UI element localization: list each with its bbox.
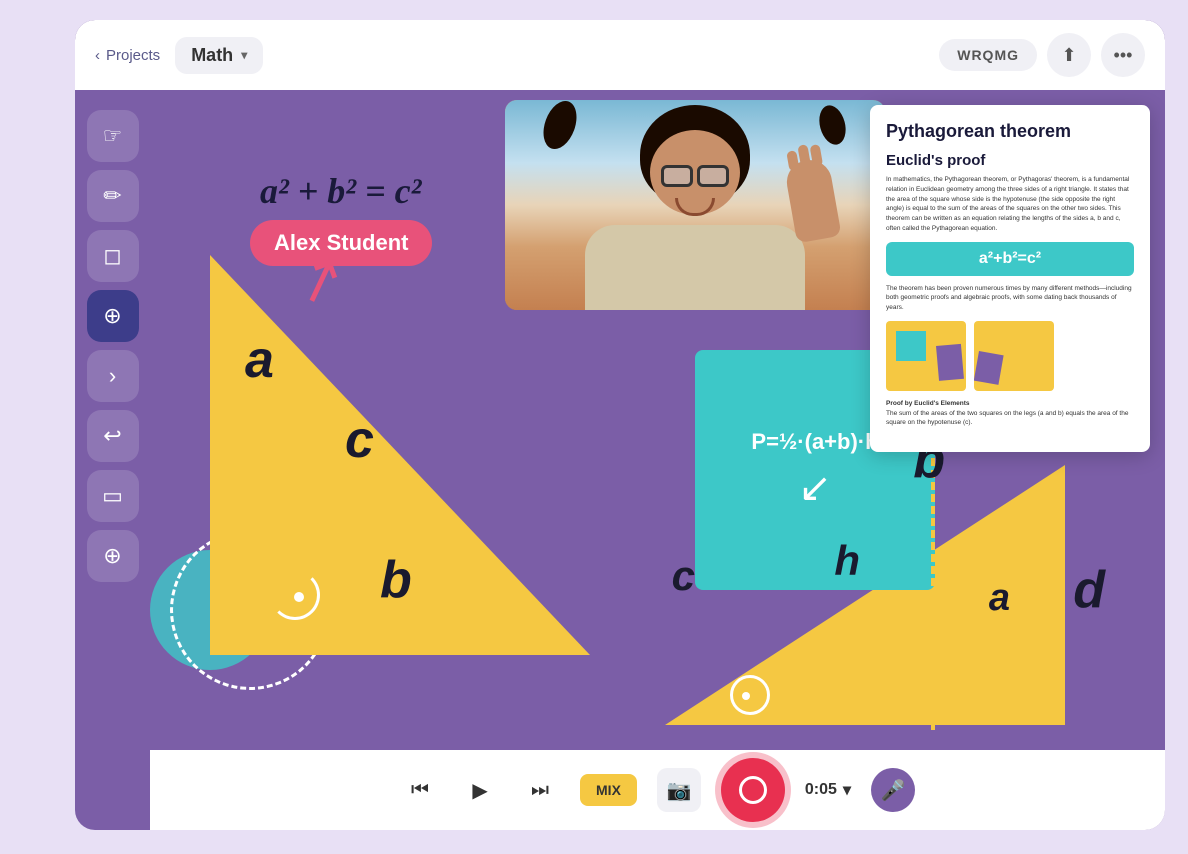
project-name: Math [191, 45, 233, 66]
mic-button[interactable]: 🎤 [871, 768, 915, 812]
eraser-icon: ◻ [103, 243, 121, 269]
timer-text: 0:05 [805, 781, 837, 799]
target-tool-button[interactable]: ⊕ [87, 290, 139, 342]
document-formula: a²+b²=c² [886, 242, 1134, 276]
document-images [886, 321, 1134, 391]
formula-text: a² + b² = c² [260, 171, 421, 211]
more-icon: ••• [1114, 45, 1133, 66]
video-content [505, 100, 885, 310]
doc-image-2 [974, 321, 1054, 391]
share-button[interactable]: ⬆ [1047, 33, 1091, 77]
record-inner-icon [739, 776, 767, 804]
target-icon: ⊕ [103, 303, 121, 329]
back-button[interactable]: ‹ Projects [95, 47, 160, 64]
zoom-button[interactable]: ⊕ [87, 530, 139, 582]
timer-chevron: ▾ [843, 780, 851, 800]
camera-button[interactable]: 📷 [657, 768, 701, 812]
rewind-icon: ⏮ [411, 779, 429, 802]
pen-tool-button[interactable]: ✏ [87, 170, 139, 222]
angle-dot-right [742, 692, 750, 700]
timer-display: 0:05 ▾ [805, 780, 851, 800]
pen-icon: ✏ [103, 183, 121, 209]
next-button[interactable]: › [87, 350, 139, 402]
document-panel: Pythagorean theorem Euclid's proof In ma… [870, 105, 1150, 452]
pointer-icon: ☞ [103, 123, 123, 149]
chevron-down-icon: ▾ [241, 48, 247, 62]
angle-dot-left [294, 592, 304, 602]
pointer-tool-button[interactable]: ☞ [87, 110, 139, 162]
label-c-right: c [672, 552, 695, 600]
project-dropdown[interactable]: Math ▾ [175, 37, 263, 74]
play-icon: ▶ [472, 778, 487, 803]
zoom-icon: ⊕ [103, 543, 121, 569]
document-proof-label: Proof by Euclid's Elements The sum of th… [886, 399, 1134, 428]
projects-label: Projects [106, 47, 160, 64]
camera-icon: 📷 [666, 778, 691, 803]
canvas-area: a² + b² = c² ↗ [150, 90, 1165, 750]
teal-arrow-icon: ↙ [798, 465, 832, 511]
angle-arc-right [730, 675, 770, 715]
video-thumbnail [505, 100, 885, 310]
top-bar: ‹ Projects Math ▾ WRQMG ⬆ ••• [75, 20, 1165, 90]
record-button[interactable] [721, 758, 785, 822]
main-canvas: ‹ Projects Math ▾ WRQMG ⬆ ••• ☞ ✏ ◻ ⊕ › [75, 20, 1165, 830]
label-b-bottom: b [380, 550, 412, 610]
shape-icon: ▭ [102, 483, 123, 509]
left-toolbar: ☞ ✏ ◻ ⊕ › ↩ ▭ ⊕ [75, 95, 150, 597]
bottom-bar: ⏮ ▶ ⏭ MIX 📷 0:05 ▾ 🎤 [150, 750, 1165, 830]
student-name-text: Alex Student [274, 230, 408, 255]
student-name-label: Alex Student [250, 220, 432, 266]
room-code-display: WRQMG [939, 39, 1037, 71]
label-a-left: a [245, 330, 274, 390]
eraser-tool-button[interactable]: ◻ [87, 230, 139, 282]
document-title: Pythagorean theorem [886, 121, 1134, 142]
label-c-hyp: c [345, 410, 374, 470]
undo-icon: ↩ [103, 423, 121, 449]
more-options-button[interactable]: ••• [1101, 33, 1145, 77]
chevron-right-icon: › [109, 363, 116, 389]
fast-forward-icon: ⏭ [531, 779, 549, 802]
label-h: h [834, 537, 860, 585]
fast-forward-button[interactable]: ⏭ [520, 770, 560, 810]
mix-button[interactable]: MIX [580, 774, 637, 806]
document-secondary-text: The theorem has been proven numerous tim… [886, 284, 1134, 313]
play-button[interactable]: ▶ [460, 770, 500, 810]
label-d: d [1073, 560, 1105, 620]
label-a-bottom: a [989, 577, 1010, 620]
document-subtitle: Euclid's proof [886, 152, 1134, 169]
undo-button[interactable]: ↩ [87, 410, 139, 462]
doc-image-1 [886, 321, 966, 391]
rewind-button[interactable]: ⏮ [400, 770, 440, 810]
teal-formula-text: P=½·(a+b)·h [751, 429, 878, 455]
mic-icon: 🎤 [881, 778, 906, 803]
shape-tool-button[interactable]: ▭ [87, 470, 139, 522]
back-arrow-icon: ‹ [95, 47, 100, 64]
math-formula-display: a² + b² = c² [260, 170, 421, 212]
mix-label: MIX [596, 782, 621, 798]
share-icon: ⬆ [1061, 45, 1076, 66]
document-body: In mathematics, the Pythagorean theorem,… [886, 175, 1134, 234]
